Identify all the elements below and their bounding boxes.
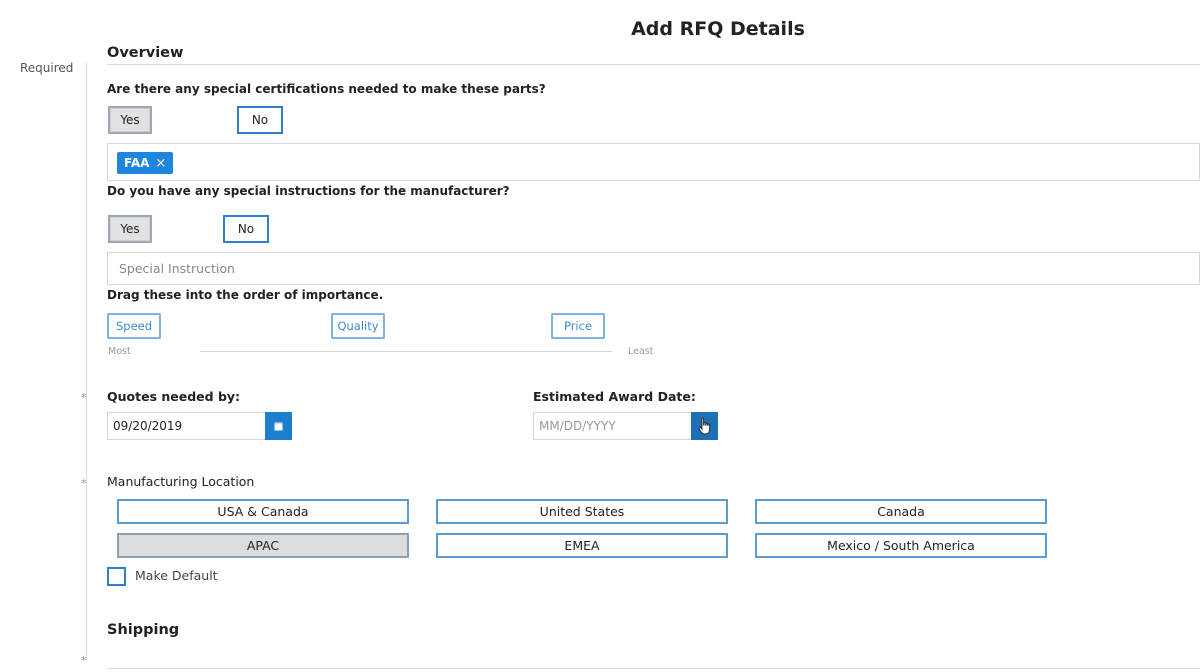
make-default-checkbox[interactable]: [107, 567, 126, 586]
shipping-divider: [107, 668, 1200, 669]
calendar-icon: [274, 422, 283, 430]
required-label: Required: [20, 61, 74, 75]
quotes-needed-calendar-button[interactable]: [265, 412, 292, 440]
location-option-usa-canada[interactable]: USA & Canada: [117, 499, 409, 524]
importance-scale-line: [200, 351, 612, 352]
location-option-emea[interactable]: EMEA: [436, 533, 728, 558]
drag-item-price[interactable]: Price: [551, 313, 605, 339]
shipping-section-title: Shipping: [107, 622, 180, 638]
estimated-award-date-input[interactable]: MM/DD/YYYY: [533, 412, 692, 440]
instructions-yes-button[interactable]: Yes: [108, 215, 152, 243]
importance-prompt: Drag these into the order of importance.: [107, 288, 384, 302]
required-marker: *: [81, 391, 87, 404]
manufacturing-location-label: Manufacturing Location: [107, 474, 255, 489]
location-option-mexico-south-america[interactable]: Mexico / South America: [755, 533, 1047, 558]
special-instruction-placeholder: Special Instruction: [119, 261, 235, 276]
cursor-hand-icon: [697, 417, 710, 435]
certification-tag-label: FAA: [124, 156, 150, 170]
instructions-question: Do you have any special instructions for…: [107, 184, 510, 198]
location-option-apac[interactable]: APAC: [117, 533, 409, 558]
drag-item-quality[interactable]: Quality: [331, 313, 385, 339]
instructions-no-button[interactable]: No: [223, 215, 269, 243]
left-divider: [86, 62, 87, 662]
overview-divider: [107, 64, 1200, 65]
certifications-question: Are there any special certifications nee…: [107, 82, 546, 96]
drag-item-speed[interactable]: Speed: [107, 313, 161, 339]
estimated-award-calendar-button[interactable]: [691, 412, 718, 440]
certifications-yes-button[interactable]: Yes: [108, 106, 152, 134]
certifications-tag-input[interactable]: FAA ×: [107, 143, 1200, 181]
quotes-needed-label: Quotes needed by:: [107, 389, 241, 404]
certifications-no-button[interactable]: No: [237, 106, 283, 134]
location-option-united-states[interactable]: United States: [436, 499, 728, 524]
least-label: Least: [628, 346, 654, 357]
estimated-award-label: Estimated Award Date:: [533, 389, 696, 404]
make-default-label: Make Default: [135, 568, 218, 583]
quotes-needed-date-input[interactable]: 09/20/2019: [107, 412, 266, 440]
required-marker: *: [81, 477, 87, 490]
special-instruction-input[interactable]: Special Instruction: [107, 252, 1200, 285]
remove-tag-icon[interactable]: ×: [155, 156, 166, 171]
location-option-canada[interactable]: Canada: [755, 499, 1047, 524]
certification-tag-faa: FAA ×: [117, 152, 174, 174]
most-label: Most: [108, 346, 131, 357]
overview-section-title: Overview: [107, 45, 184, 61]
required-marker: *: [81, 654, 87, 667]
page-title: Add RFQ Details: [631, 18, 805, 40]
